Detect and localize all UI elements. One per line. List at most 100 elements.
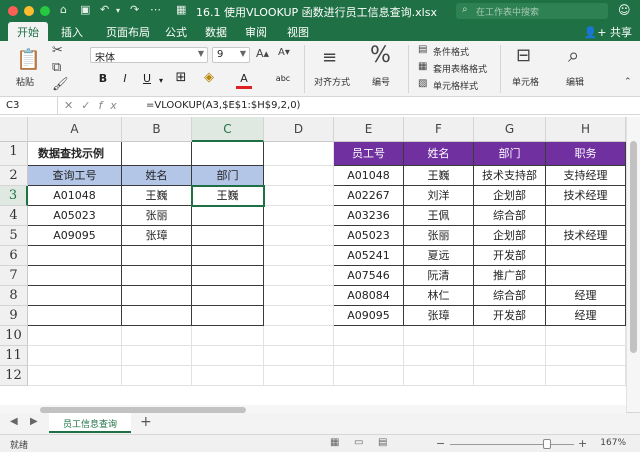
check-icon[interactable]: ✓ xyxy=(81,99,98,112)
vertical-scroll-thumb[interactable] xyxy=(630,141,637,353)
lookup-header-cell[interactable]: 姓名 xyxy=(122,166,192,186)
row-header-1[interactable]: 1 xyxy=(0,142,28,166)
row-header-6[interactable]: 6 xyxy=(0,246,28,266)
empty-cell[interactable] xyxy=(404,326,474,346)
row-header-10[interactable]: 10 xyxy=(0,326,28,346)
lookup-title-cell[interactable]: 数据查找示例 xyxy=(28,142,122,166)
lookup-data-cell[interactable] xyxy=(192,286,264,306)
row-header-11[interactable]: 11 xyxy=(0,346,28,366)
cells-icon[interactable]: ⊟ xyxy=(516,45,531,66)
column-header-g[interactable]: G xyxy=(474,117,546,142)
source-data-cell[interactable]: 张璋 xyxy=(404,306,474,326)
bold-button[interactable]: B xyxy=(96,72,110,89)
chevron-down-icon[interactable]: ▾ xyxy=(156,76,166,93)
tab-data[interactable]: 数据 xyxy=(200,22,232,41)
empty-cell[interactable] xyxy=(334,326,404,346)
zoom-in-icon[interactable]: + xyxy=(578,437,587,450)
close-icon[interactable]: ✕ xyxy=(64,99,81,112)
alignment-icon[interactable]: ≡ xyxy=(322,47,337,68)
empty-cell[interactable] xyxy=(28,346,122,366)
empty-cell[interactable] xyxy=(546,326,626,346)
empty-cell[interactable] xyxy=(474,326,546,346)
column-header-d[interactable]: D xyxy=(264,117,334,142)
row-header-8[interactable]: 8 xyxy=(0,286,28,306)
empty-cell[interactable] xyxy=(28,366,122,386)
empty-cell[interactable] xyxy=(474,366,546,386)
lookup-data-cell[interactable]: A05023 xyxy=(28,206,122,226)
empty-cell[interactable] xyxy=(334,366,404,386)
source-data-cell[interactable]: A03236 xyxy=(334,206,404,226)
source-data-cell[interactable]: A05241 xyxy=(334,246,404,266)
table-format-icon[interactable]: ▦ xyxy=(418,61,427,72)
empty-cell[interactable] xyxy=(546,366,626,386)
lookup-data-cell[interactable]: A01048 xyxy=(28,186,122,206)
lookup-data-cell[interactable] xyxy=(192,306,264,326)
empty-cell[interactable] xyxy=(264,246,334,266)
empty-cell[interactable] xyxy=(192,366,264,386)
underline-button[interactable]: U xyxy=(140,72,154,89)
empty-cell[interactable] xyxy=(264,206,334,226)
search-icon[interactable]: ⌕ xyxy=(568,43,579,67)
page-break-view-icon[interactable]: ▤ xyxy=(378,437,387,448)
zoom-slider[interactable]: − + xyxy=(434,437,594,451)
formula-input[interactable]: =VLOOKUP(A3,$E$1:$H$9,2,0) xyxy=(146,100,300,111)
empty-cell[interactable] xyxy=(546,346,626,366)
lookup-data-cell[interactable] xyxy=(122,286,192,306)
empty-cell[interactable] xyxy=(122,346,192,366)
lookup-data-cell[interactable] xyxy=(122,266,192,286)
source-data-cell[interactable]: 企划部 xyxy=(474,226,546,246)
empty-cell[interactable] xyxy=(264,326,334,346)
copy-icon[interactable]: ⧉ xyxy=(52,60,61,75)
page-layout-view-icon[interactable]: ▭ xyxy=(354,437,363,448)
font-size-select[interactable]: 9 ▼ xyxy=(212,47,250,63)
column-header-a[interactable]: A xyxy=(28,117,122,142)
lookup-data-cell[interactable] xyxy=(192,206,264,226)
empty-cell[interactable] xyxy=(264,166,334,186)
lookup-data-cell[interactable]: 张丽 xyxy=(122,206,192,226)
conditional-format-button[interactable]: 条件格式 xyxy=(433,45,469,58)
source-data-cell[interactable]: 综合部 xyxy=(474,286,546,306)
empty-cell[interactable] xyxy=(404,346,474,366)
lookup-data-cell[interactable] xyxy=(192,246,264,266)
cell-style-icon[interactable]: ▧ xyxy=(418,78,427,89)
source-header-cell[interactable]: 职务 xyxy=(546,142,626,166)
lookup-data-cell[interactable] xyxy=(28,266,122,286)
source-data-cell[interactable]: A01048 xyxy=(334,166,404,186)
row-header-12[interactable]: 12 xyxy=(0,366,28,386)
source-data-cell[interactable]: A08084 xyxy=(334,286,404,306)
cell-style-button[interactable]: 单元格样式 xyxy=(433,79,478,92)
source-data-cell[interactable]: 企划部 xyxy=(474,186,546,206)
source-data-cell[interactable]: A09095 xyxy=(334,306,404,326)
source-data-cell[interactable]: 开发部 xyxy=(474,306,546,326)
source-data-cell[interactable]: A07546 xyxy=(334,266,404,286)
source-data-cell[interactable]: 经理 xyxy=(546,286,626,306)
source-data-cell[interactable]: 林仁 xyxy=(404,286,474,306)
source-header-cell[interactable]: 员工号 xyxy=(334,142,404,166)
row-header-4[interactable]: 4 xyxy=(0,206,28,226)
empty-cell[interactable] xyxy=(192,142,264,166)
source-data-cell[interactable]: 阮清 xyxy=(404,266,474,286)
lookup-data-cell[interactable]: 张璋 xyxy=(122,226,192,246)
sheet-search-input[interactable]: ⌕ 在工作表中搜索 xyxy=(456,3,608,19)
column-header-c[interactable]: C xyxy=(192,117,264,142)
source-data-cell[interactable]: 王佩 xyxy=(404,206,474,226)
source-data-cell[interactable]: A02267 xyxy=(334,186,404,206)
spreadsheet-grid[interactable]: ABCDEFGH 1 2 3 4 5 6 7 8 9 10 11 12 数据查找示例 查询工号 姓名 部门 A… xyxy=(0,117,626,412)
source-data-cell[interactable] xyxy=(546,246,626,266)
decrease-font-icon[interactable]: A▾ xyxy=(278,47,290,58)
empty-cell[interactable] xyxy=(264,286,334,306)
next-sheet-icon[interactable]: ▶ xyxy=(30,416,38,427)
column-header-h[interactable]: H xyxy=(546,117,626,142)
zoom-window-button[interactable] xyxy=(40,6,50,16)
tab-page-layout[interactable]: 页面布局 xyxy=(98,22,158,41)
source-data-cell[interactable]: 经理 xyxy=(546,306,626,326)
source-data-cell[interactable]: 王巍 xyxy=(404,166,474,186)
fill-color-icon[interactable]: ◈ xyxy=(200,70,218,87)
number-format-icon[interactable]: % xyxy=(370,43,391,68)
column-header-f[interactable]: F xyxy=(404,117,474,142)
select-all-corner[interactable] xyxy=(0,117,28,142)
empty-cell[interactable] xyxy=(122,142,192,166)
undo-dropdown-icon[interactable]: ▾ xyxy=(116,6,120,15)
cut-icon[interactable]: ✂ xyxy=(52,43,63,58)
row-header-7[interactable]: 7 xyxy=(0,266,28,286)
